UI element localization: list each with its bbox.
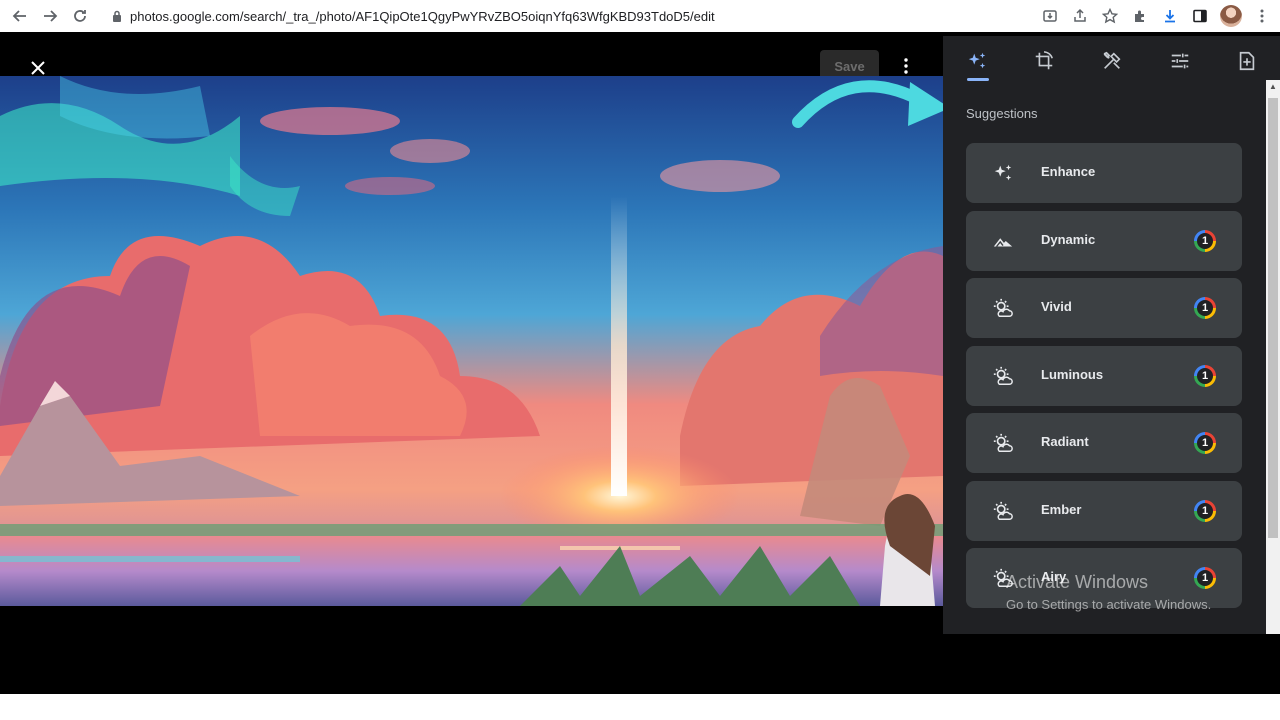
sliders-icon[interactable] xyxy=(1162,46,1198,76)
reload-icon[interactable] xyxy=(66,2,94,30)
install-icon[interactable] xyxy=(1040,2,1060,30)
side-panel-icon[interactable] xyxy=(1190,2,1210,30)
download-icon[interactable] xyxy=(1160,2,1180,30)
crop-rotate-icon[interactable] xyxy=(1026,46,1062,76)
suggestion-dynamic[interactable]: Dynamic 1 xyxy=(966,210,1242,271)
sparkle-icon[interactable] xyxy=(959,46,995,76)
sun-cloud-icon xyxy=(991,499,1015,523)
watermark-subtitle: Go to Settings to activate Windows. xyxy=(1006,597,1212,612)
bottom-strip xyxy=(0,694,1280,720)
pro-badge: 1 xyxy=(1194,432,1216,454)
pro-badge: 1 xyxy=(1194,364,1216,387)
badge-number: 1 xyxy=(1197,232,1213,249)
profile-avatar[interactable] xyxy=(1220,5,1242,27)
extensions-icon[interactable] xyxy=(1130,2,1150,30)
suggestion-label: Luminous xyxy=(1041,366,1104,382)
bookmark-star-icon[interactable] xyxy=(1100,2,1120,30)
suggestions-list: Enhance Dynamic 1 Vivid 1 Luminous 1 Rad… xyxy=(966,143,1242,616)
badge-number: 1 xyxy=(1197,502,1213,519)
section-title: Suggestions xyxy=(966,106,1038,121)
suggestion-label: Radiant xyxy=(1041,434,1089,449)
active-tab-indicator xyxy=(967,78,989,81)
sun-cloud-icon xyxy=(991,364,1015,388)
scroll-up-arrow-icon[interactable]: ▲ xyxy=(1268,82,1278,94)
pro-badge: 1 xyxy=(1194,297,1216,319)
suggestion-vivid[interactable]: Vivid 1 xyxy=(966,278,1242,338)
browser-actions xyxy=(1040,2,1272,30)
menu-icon[interactable] xyxy=(1252,2,1272,30)
watermark-title: Activate Windows xyxy=(1006,572,1149,592)
suggestion-radiant[interactable]: Radiant 1 xyxy=(966,413,1242,473)
suggestion-luminous[interactable]: Luminous 1 xyxy=(966,345,1242,406)
tools-icon[interactable] xyxy=(1094,46,1130,76)
mountain-icon xyxy=(991,229,1015,253)
suggestion-enhance[interactable]: Enhance xyxy=(966,143,1242,203)
sparkle-icon xyxy=(991,161,1015,185)
forward-icon[interactable] xyxy=(36,2,64,30)
suggestion-ember[interactable]: Ember 1 xyxy=(966,480,1242,541)
badge-number: 1 xyxy=(1197,435,1213,451)
windows-activation-watermark: Activate Windows Go to Settings to activ… xyxy=(1006,572,1211,612)
export-icon[interactable] xyxy=(1229,46,1265,76)
edit-tabs xyxy=(943,36,1280,86)
badge-number: 1 xyxy=(1197,367,1213,384)
pro-badge: 1 xyxy=(1194,499,1216,522)
lock-icon xyxy=(104,10,130,22)
scrollbar-thumb[interactable] xyxy=(1268,98,1278,538)
annotation-arrow xyxy=(792,80,950,128)
share-icon[interactable] xyxy=(1070,2,1090,30)
suggestion-label: Dynamic xyxy=(1041,231,1096,247)
address-bar[interactable]: photos.google.com/search/_tra_/photo/AF1… xyxy=(104,2,1084,30)
suggestion-label: Ember xyxy=(1041,501,1082,517)
pro-badge: 1 xyxy=(1194,229,1216,252)
suggestion-label: Enhance xyxy=(1041,164,1096,179)
sun-cloud-icon xyxy=(991,431,1015,455)
url-text: photos.google.com/search/_tra_/photo/AF1… xyxy=(130,8,715,24)
back-icon[interactable] xyxy=(6,2,34,30)
browser-toolbar: photos.google.com/search/_tra_/photo/AF1… xyxy=(0,0,1280,32)
edit-panel: Suggestions Enhance Dynamic 1 Vivid 1 Lu… xyxy=(943,36,1280,634)
sun-cloud-icon xyxy=(991,296,1015,320)
edited-photo xyxy=(0,76,943,606)
badge-number: 1 xyxy=(1197,300,1213,316)
suggestion-label: Vivid xyxy=(1041,299,1072,314)
